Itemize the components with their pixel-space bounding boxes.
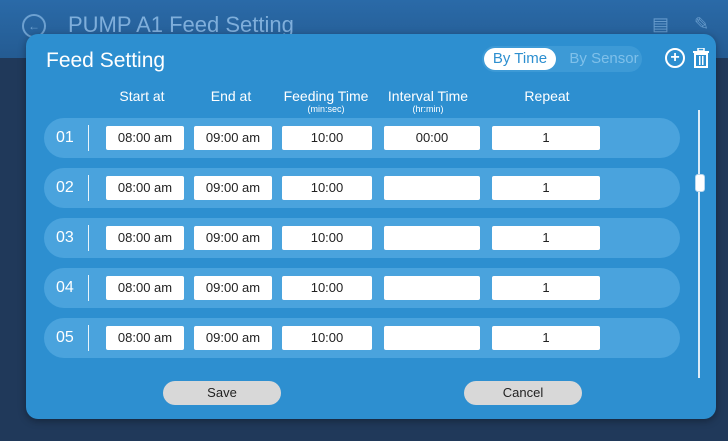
column-end-at: End at — [210, 88, 252, 104]
feeding-time-field[interactable]: 10:00 — [282, 276, 372, 300]
column-interval-time-label: Interval Time — [387, 88, 469, 104]
feeding-time-field[interactable]: 10:00 — [282, 126, 372, 150]
feeding-time-field[interactable]: 10:00 — [282, 176, 372, 200]
column-feeding-time-label: Feeding Time — [283, 88, 369, 104]
column-start-at: Start at — [119, 88, 165, 104]
interval-time-field[interactable] — [384, 226, 480, 250]
row-divider — [88, 125, 89, 151]
edit-icon[interactable]: ✎ — [694, 14, 709, 35]
interval-time-field[interactable]: 00:00 — [384, 126, 480, 150]
column-feeding-time-unit: (min:sec) — [307, 104, 345, 114]
row-divider — [88, 225, 89, 251]
row-divider — [88, 175, 89, 201]
repeat-field[interactable]: 1 — [492, 176, 600, 200]
column-interval-time: Interval Time (hr:min) — [380, 88, 476, 114]
column-repeat: Repeat — [524, 88, 570, 104]
trash-icon[interactable] — [692, 47, 710, 68]
start-time-field[interactable]: 08:00 am — [106, 276, 184, 300]
feeding-time-field[interactable]: 10:00 — [282, 326, 372, 350]
row-number: 02 — [56, 179, 74, 196]
column-interval-time-unit: (hr:min) — [412, 104, 444, 114]
repeat-field[interactable]: 1 — [492, 226, 600, 250]
end-time-field[interactable]: 09:00 am — [194, 176, 272, 200]
end-time-field[interactable]: 09:00 am — [194, 276, 272, 300]
schedule-row: 05 08:00 am 09:00 am 10:00 1 — [44, 318, 680, 358]
repeat-field[interactable]: 1 — [492, 326, 600, 350]
start-time-field[interactable]: 08:00 am — [106, 126, 184, 150]
toggle-by-sensor[interactable]: By Sensor — [566, 48, 642, 70]
mode-toggle[interactable]: By Time By Sensor — [482, 46, 642, 72]
plus-circle-icon[interactable]: + — [665, 48, 685, 68]
save-button[interactable]: Save — [163, 381, 281, 405]
schedule-row: 03 08:00 am 09:00 am 10:00 1 — [44, 218, 680, 258]
row-number: 03 — [56, 229, 74, 246]
chart-icon[interactable]: ▤ — [652, 14, 669, 35]
schedule-row: 02 08:00 am 09:00 am 10:00 1 — [44, 168, 680, 208]
dialog-title: Feed Setting — [46, 49, 166, 72]
end-time-field[interactable]: 09:00 am — [194, 126, 272, 150]
interval-time-field[interactable] — [384, 176, 480, 200]
feeding-time-field[interactable]: 10:00 — [282, 226, 372, 250]
row-divider — [88, 325, 89, 351]
start-time-field[interactable]: 08:00 am — [106, 226, 184, 250]
repeat-field[interactable]: 1 — [492, 126, 600, 150]
row-number: 04 — [56, 279, 74, 296]
scrollbar-thumb[interactable] — [695, 174, 705, 192]
cancel-button[interactable]: Cancel — [464, 381, 582, 405]
schedule-row: 04 08:00 am 09:00 am 10:00 1 — [44, 268, 680, 308]
start-time-field[interactable]: 08:00 am — [106, 176, 184, 200]
scrollbar-track[interactable] — [698, 110, 700, 378]
toggle-by-time[interactable]: By Time — [484, 48, 556, 70]
row-divider — [88, 275, 89, 301]
feed-setting-dialog: Feed Setting By Time By Sensor + Start a… — [26, 34, 716, 419]
row-number: 01 — [56, 129, 74, 146]
interval-time-field[interactable] — [384, 326, 480, 350]
repeat-field[interactable]: 1 — [492, 276, 600, 300]
interval-time-field[interactable] — [384, 276, 480, 300]
row-number: 05 — [56, 329, 74, 346]
end-time-field[interactable]: 09:00 am — [194, 226, 272, 250]
column-feeding-time: Feeding Time (min:sec) — [278, 88, 374, 114]
end-time-field[interactable]: 09:00 am — [194, 326, 272, 350]
schedule-row: 01 08:00 am 09:00 am 10:00 00:00 1 — [44, 118, 680, 158]
start-time-field[interactable]: 08:00 am — [106, 326, 184, 350]
